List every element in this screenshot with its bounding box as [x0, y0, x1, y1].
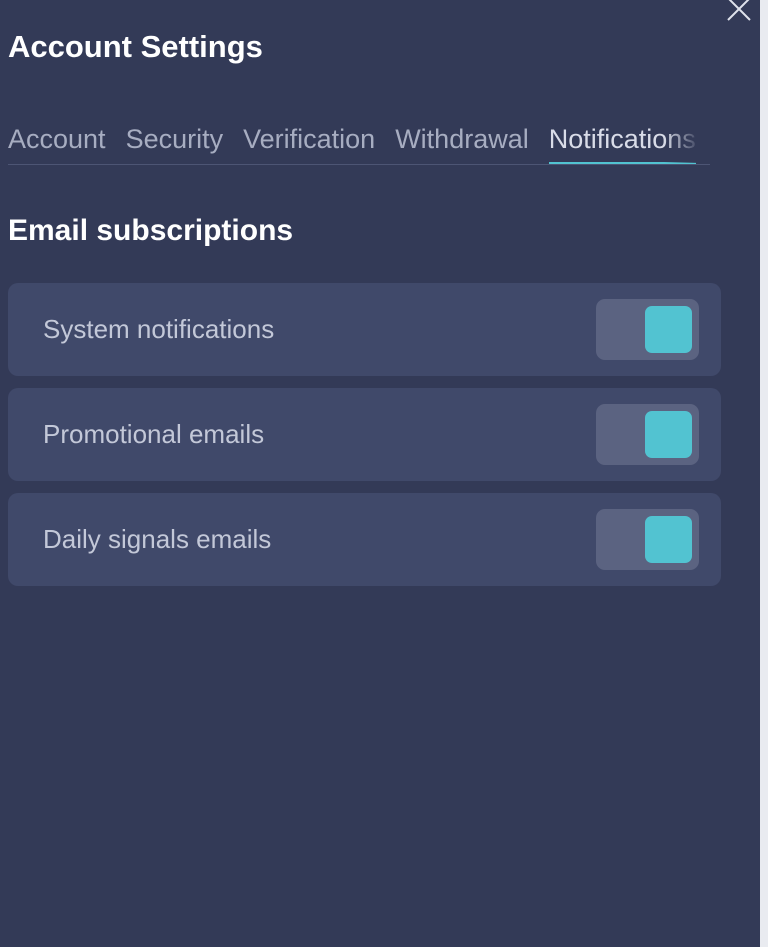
daily-signals-emails-toggle[interactable] — [596, 509, 699, 570]
toggle-knob — [645, 306, 692, 353]
page-edge — [760, 0, 768, 947]
tab-notifications[interactable]: Notifications — [548, 120, 696, 164]
close-button[interactable] — [722, 0, 756, 26]
tab-account[interactable]: Account — [8, 120, 106, 164]
toggle-knob — [645, 516, 692, 563]
tab-withdrawal[interactable]: Withdrawal — [395, 120, 529, 164]
subscription-label: System notifications — [43, 314, 275, 344]
close-icon — [727, 0, 751, 21]
subscription-row-daily-signals-emails: Daily signals emails — [8, 493, 721, 586]
tab-verification[interactable]: Verification — [243, 120, 375, 164]
system-notifications-toggle[interactable] — [596, 299, 699, 360]
promotional-emails-toggle[interactable] — [596, 404, 699, 465]
tab-security[interactable]: Security — [126, 120, 224, 164]
subscription-label: Daily signals emails — [43, 524, 272, 554]
subscription-label: Promotional emails — [43, 419, 265, 449]
subscription-row-promotional-emails: Promotional emails — [8, 388, 721, 481]
tabs-track: Account Security Verification Withdrawal… — [8, 120, 710, 164]
section-heading: Email subscriptions — [8, 214, 294, 247]
page-title: Account Settings — [8, 29, 263, 64]
subscription-list: System notifications Promotional emails … — [8, 283, 721, 598]
settings-tabs: Account Security Verification Withdrawal… — [8, 120, 710, 165]
subscription-row-system-notifications: System notifications — [8, 283, 721, 376]
toggle-knob — [645, 411, 692, 458]
account-settings-panel: Account Settings Account Security Verifi… — [0, 0, 760, 947]
